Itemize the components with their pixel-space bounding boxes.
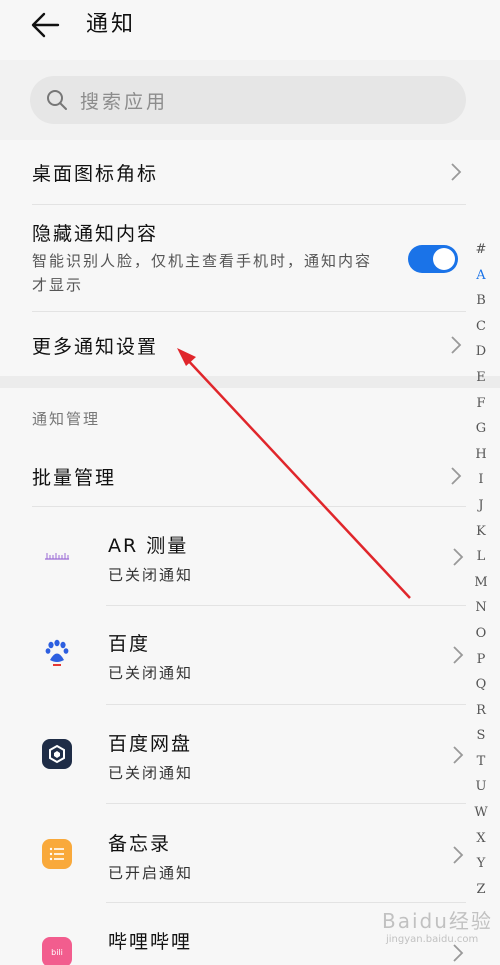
chevron-right-icon [451, 336, 462, 354]
alphabet-letter[interactable]: Z [470, 877, 492, 903]
alphabet-letter[interactable]: I [470, 467, 492, 493]
search-input[interactable]: 搜索应用 [30, 76, 466, 124]
alphabet-letter[interactable]: R [470, 698, 492, 724]
app-row[interactable]: 百度网盘 已关闭通知 [0, 705, 500, 803]
back-button[interactable] [30, 10, 66, 40]
alphabet-letter[interactable]: D [470, 339, 492, 365]
app-name: 百度网盘 [108, 733, 193, 755]
alphabet-letter[interactable]: L [470, 544, 492, 570]
svg-text:bili: bili [51, 948, 63, 957]
app-notification-status: 已关闭通知 [108, 566, 194, 584]
app-row[interactable]: 百度 已关闭通知 [0, 606, 500, 704]
watermark-url: jingyan.baidu.com [386, 934, 479, 945]
top-app-bar: 通知 [0, 0, 500, 60]
ruler-icon [42, 541, 72, 571]
chevron-right-icon [451, 163, 462, 181]
section-header: 通知管理 [32, 410, 101, 428]
alphabet-letter[interactable]: X [470, 826, 492, 852]
hide-content-description: 智能识别人脸，仅机主查看手机时，通知内容才显示 [32, 252, 373, 294]
notification-settings-card: 桌面图标角标 隐藏通知内容 智能识别人脸，仅机主查看手机时，通知内容才显示 更多… [0, 140, 500, 376]
alphabet-letter[interactable]: T [470, 749, 492, 775]
chevron-right-icon [453, 846, 464, 864]
baidu-paw-icon [42, 638, 72, 668]
chevron-right-icon [451, 467, 462, 485]
app-row[interactable]: 备忘录 已开启通知 [0, 804, 500, 902]
section-gap [0, 376, 500, 388]
alphabet-letter[interactable]: K [470, 519, 492, 545]
alphabet-letter[interactable]: # [470, 237, 492, 263]
alphabet-letter[interactable]: Q [470, 672, 492, 698]
alphabet-letter[interactable]: G [470, 416, 492, 442]
app-name: AR 测量 [108, 535, 189, 557]
alphabet-letter[interactable]: U [470, 774, 492, 800]
chevron-right-icon [453, 548, 464, 566]
batch-manage-row[interactable]: 批量管理 [32, 446, 466, 506]
alphabet-index-bar[interactable]: # A B C D E F G H I J K L M N O P Q R S T U W X Y Z [470, 237, 492, 902]
hide-content-toggle[interactable] [408, 245, 458, 273]
alphabet-letter[interactable]: M [470, 570, 492, 596]
alphabet-letter[interactable]: H [470, 442, 492, 468]
page-title: 通知 [86, 12, 137, 37]
alphabet-letter[interactable]: J [470, 493, 492, 519]
app-row[interactable]: AR 测量 已关闭通知 [0, 507, 500, 605]
bilibili-icon: bili [42, 937, 72, 965]
more-settings-label: 更多通知设置 [32, 336, 159, 358]
alphabet-letter[interactable]: C [470, 314, 492, 340]
hide-content-label: 隐藏通知内容 [32, 223, 159, 245]
alphabet-letter[interactable]: F [470, 391, 492, 417]
baidu-netdisk-icon [42, 739, 72, 769]
search-placeholder: 搜索应用 [80, 90, 169, 113]
alphabet-letter[interactable]: N [470, 595, 492, 621]
alphabet-letter[interactable]: O [470, 621, 492, 647]
badge-setting-row[interactable]: 桌面图标角标 [32, 140, 466, 204]
alphabet-letter[interactable]: A [470, 263, 492, 289]
app-notification-status: 已关闭通知 [108, 764, 194, 782]
app-notification-status: 已开启通知 [108, 864, 194, 882]
chevron-right-icon [453, 746, 464, 764]
app-name: 百度 [108, 633, 151, 655]
badge-setting-label: 桌面图标角标 [32, 163, 159, 185]
toggle-knob [433, 248, 455, 270]
alphabet-letter[interactable]: Y [470, 851, 492, 877]
chevron-right-icon [453, 646, 464, 664]
alphabet-letter[interactable]: W [470, 800, 492, 826]
alphabet-letter[interactable]: E [470, 365, 492, 391]
notification-management-card: 通知管理 批量管理 AR 测量 已关闭通知 百度 已关闭通知 百度网盘 已关闭通… [0, 388, 500, 965]
alphabet-letter[interactable]: B [470, 288, 492, 314]
hide-content-row[interactable]: 隐藏通知内容 智能识别人脸，仅机主查看手机时，通知内容才显示 [32, 205, 466, 311]
watermark: Baidu经验 [382, 909, 493, 933]
alphabet-letter[interactable]: P [470, 647, 492, 673]
search-icon [47, 90, 67, 110]
arrow-left-icon [31, 12, 60, 38]
notes-icon [42, 839, 72, 869]
app-name: 哔哩哔哩 [108, 931, 193, 953]
chevron-right-icon [453, 944, 464, 962]
alphabet-letter[interactable]: S [470, 723, 492, 749]
app-name: 备忘录 [108, 833, 172, 855]
app-notification-status: 已关闭通知 [108, 664, 194, 682]
batch-manage-label: 批量管理 [32, 467, 117, 489]
more-settings-row[interactable]: 更多通知设置 [32, 312, 466, 376]
